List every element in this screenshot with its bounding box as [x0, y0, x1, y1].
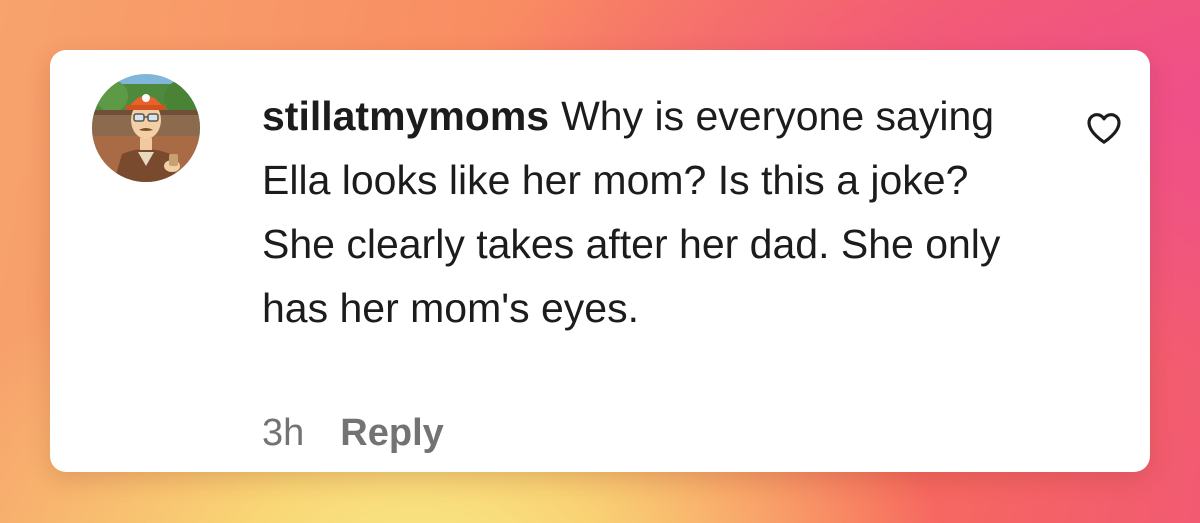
comment-card: stillatmymoms Why is everyone saying Ella…: [50, 50, 1150, 472]
heart-outline-icon: [1087, 113, 1121, 144]
comment-meta: 3h Reply: [262, 410, 444, 456]
comment-body: stillatmymoms Why is everyone saying Ella…: [262, 84, 1022, 340]
like-button[interactable]: [1084, 108, 1124, 148]
cartoon-character-avatar-icon: [92, 74, 200, 182]
comment-username[interactable]: stillatmymoms: [262, 93, 549, 139]
reply-button[interactable]: Reply: [340, 412, 443, 454]
comment-timestamp[interactable]: 3h: [262, 412, 304, 454]
avatar[interactable]: [92, 74, 200, 182]
